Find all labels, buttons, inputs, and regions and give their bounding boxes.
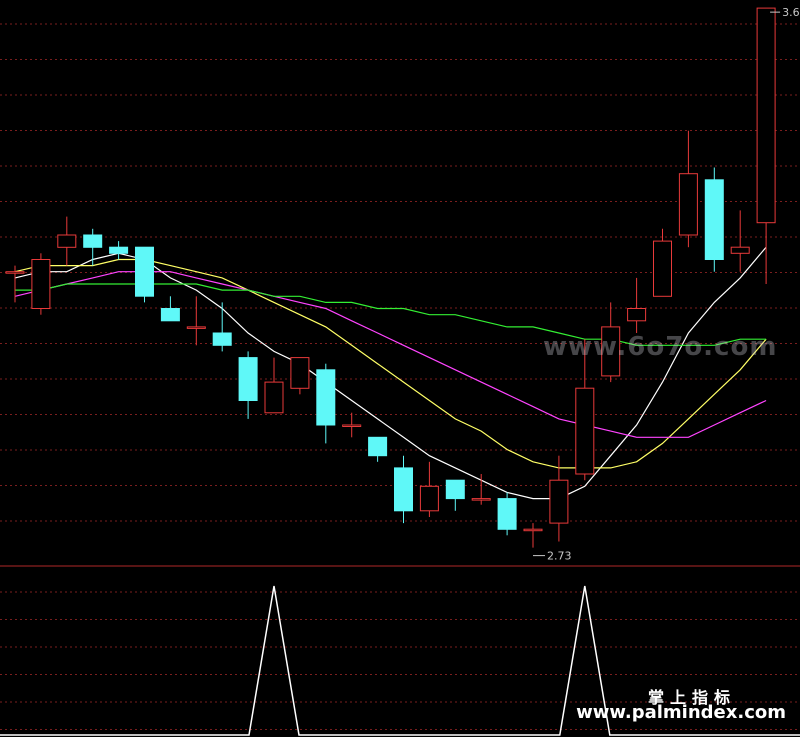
candle-body bbox=[5, 271, 25, 274]
candle-body bbox=[342, 424, 362, 427]
candle-body bbox=[57, 234, 77, 248]
candlestick-chart: 3.61 2.73 bbox=[0, 0, 800, 737]
candle-body bbox=[419, 485, 439, 512]
candle-body bbox=[471, 498, 491, 501]
candle bbox=[31, 253, 51, 315]
candle-body bbox=[31, 259, 51, 309]
candle-body bbox=[368, 436, 388, 457]
candle-body bbox=[756, 7, 776, 224]
candle-body bbox=[290, 357, 310, 389]
candle-body bbox=[704, 179, 724, 260]
candle-body bbox=[83, 234, 103, 248]
candle-body bbox=[238, 357, 258, 402]
brand-watermark-url: www.palmindex.com bbox=[576, 702, 786, 723]
candle-body bbox=[264, 381, 284, 414]
candle-body bbox=[394, 467, 413, 512]
candle-body bbox=[109, 246, 129, 254]
candle-body bbox=[549, 479, 569, 524]
candle-body bbox=[627, 308, 647, 322]
candle-body bbox=[445, 479, 465, 500]
candle-body bbox=[523, 528, 543, 532]
candle-body bbox=[186, 326, 206, 329]
site-watermark: www.6o7o.com bbox=[543, 332, 778, 362]
candle-body bbox=[316, 369, 336, 426]
high-price-label: 3.61 bbox=[782, 6, 800, 19]
candle-body bbox=[575, 387, 595, 475]
candle-body bbox=[135, 246, 154, 297]
candle-body bbox=[678, 173, 698, 236]
candle bbox=[135, 246, 154, 303]
candle-body bbox=[160, 308, 180, 322]
candle bbox=[497, 492, 517, 536]
chart-background bbox=[0, 0, 800, 737]
candle bbox=[704, 167, 724, 272]
candle-body bbox=[653, 240, 672, 297]
low-price-label: 2.73 bbox=[547, 550, 572, 563]
candle-body bbox=[212, 332, 232, 346]
candle bbox=[290, 357, 310, 395]
candle-body bbox=[730, 246, 750, 254]
candle-body bbox=[497, 498, 517, 530]
